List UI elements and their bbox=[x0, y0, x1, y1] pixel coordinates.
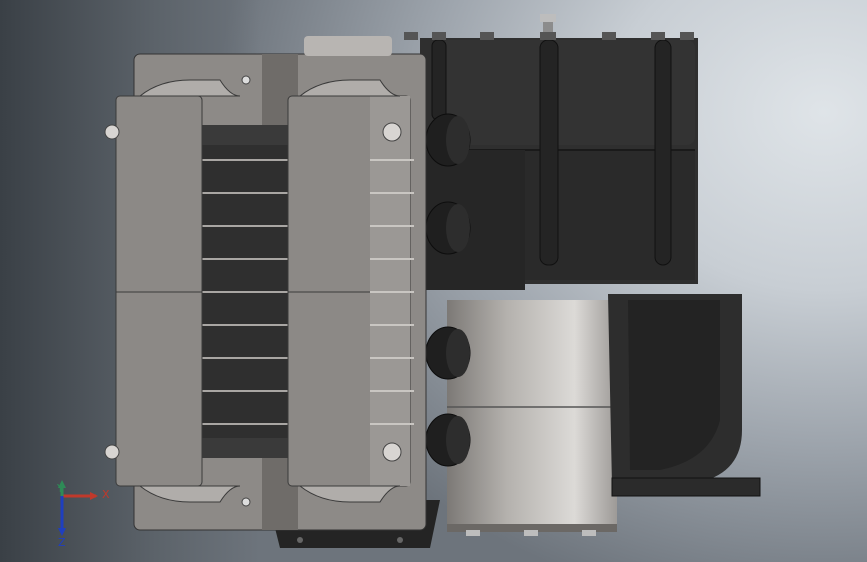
motor-end-housing[interactable] bbox=[608, 294, 761, 497]
valve-plate-assembly[interactable] bbox=[104, 36, 427, 531]
x-axis-label: X bbox=[102, 488, 110, 501]
cad-model[interactable] bbox=[0, 0, 867, 562]
coordinate-triad-icon: X Y Z bbox=[56, 480, 110, 548]
pump-housing-upper[interactable] bbox=[420, 38, 698, 290]
cad-viewport[interactable]: X Y Z bbox=[0, 0, 867, 562]
motor-cylinder[interactable] bbox=[447, 300, 617, 532]
y-axis-label: Y bbox=[56, 482, 64, 495]
top-bolts bbox=[404, 14, 694, 40]
z-axis-label: Z bbox=[58, 536, 66, 548]
